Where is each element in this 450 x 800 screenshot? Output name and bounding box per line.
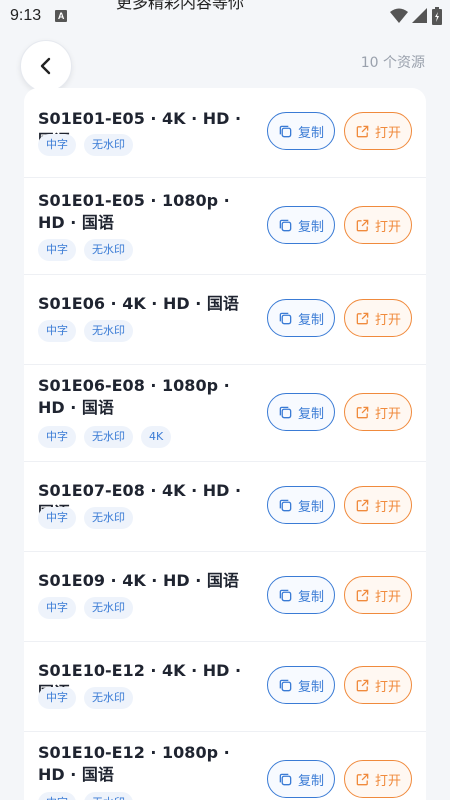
copy-button-label: 复制 (297, 773, 324, 789)
open-button[interactable]: 打开 (344, 206, 412, 244)
open-button-label: 打开 (374, 773, 401, 789)
list-item: S01E01-E05 · 1080p · HD · 国语中字 无水印 复制 打开 (24, 178, 426, 275)
item-tags: 中字无水印 (38, 320, 133, 342)
copy-button-label: 复制 (297, 312, 324, 328)
wifi-icon (390, 8, 408, 23)
tag-badge: 无水印 (84, 792, 133, 800)
list-item: S01E06 · 4K · HD · 国语 中字 无水印 复制 打开 (24, 275, 426, 365)
item-title: S01E06-E08 · 1080p · HD · 国语 (38, 376, 230, 417)
external-link-icon (356, 312, 369, 324)
list-item: S01E10-E12 · 4K · HD · 国语中字无水印复制打开 (24, 642, 426, 732)
list-item: S01E07-E08 · 4K · HD · 国语中字无水印复制打开 (24, 462, 426, 552)
list-item: S01E06-E08 · 1080p · HD · 国语中字 无水印 4K 复制 打开 (24, 365, 426, 462)
tag-badge: 中字 (38, 426, 76, 448)
copy-button[interactable]: 复制 (267, 760, 335, 798)
copy-icon (279, 679, 292, 691)
tag-badge: 无水印 (84, 597, 133, 619)
item-title: S01E09 · 4K · HD · 国语 (38, 571, 239, 590)
chevron-left-icon (40, 57, 51, 75)
tag-badge: 无水印 (84, 239, 133, 261)
item-title: S01E10-E12 · 1080p · HD · 国语 (38, 743, 230, 784)
open-button[interactable]: 打开 (344, 486, 412, 524)
open-button-label: 打开 (374, 679, 401, 695)
copy-icon (279, 499, 292, 511)
item-tags: 中字无水印 (38, 687, 133, 709)
external-link-icon (356, 406, 369, 418)
copy-button-label: 复制 (297, 589, 324, 605)
tag-badge: 无水印 (84, 134, 133, 156)
copy-icon (279, 406, 292, 418)
tag-badge: 中字 (38, 687, 76, 709)
item-title: S01E06 · 4K · HD · 国语 (38, 294, 239, 313)
item-tags: 中字无水印 (38, 792, 133, 800)
external-link-icon (356, 679, 369, 691)
copy-icon (279, 312, 292, 324)
copy-button-label: 复制 (297, 679, 324, 695)
copy-button[interactable]: 复制 (267, 206, 335, 244)
tag-badge: 中字 (38, 239, 76, 261)
copy-button[interactable]: 复制 (267, 576, 335, 614)
list-item: S01E10-E12 · 1080p · HD · 国语中字无水印 复制 打开 (24, 732, 426, 800)
open-button[interactable]: 打开 (344, 299, 412, 337)
tag-badge: 中字 (38, 507, 76, 529)
resource-count: 10 个资源 (360, 55, 425, 71)
battery-icon (432, 7, 442, 25)
open-button[interactable]: 打开 (344, 666, 412, 704)
open-button-label: 打开 (374, 406, 401, 422)
copy-button-label: 复制 (297, 125, 324, 141)
copy-button-label: 复制 (297, 219, 324, 235)
item-tags: 中字无水印 (38, 597, 133, 619)
item-tags: 中字无水印 (38, 239, 133, 261)
tag-badge: 4K (141, 426, 172, 448)
cell-signal-icon (412, 8, 427, 23)
open-button-label: 打开 (374, 219, 401, 235)
list-item: S01E09 · 4K · HD · 国语 中字 无水印 复制 打开 (24, 552, 426, 642)
external-link-icon (356, 125, 369, 137)
open-button-label: 打开 (374, 499, 401, 515)
tag-badge: 无水印 (84, 687, 133, 709)
external-link-icon (356, 773, 369, 785)
status-time: 9:13 (10, 7, 42, 24)
copy-icon (279, 125, 292, 137)
open-button-label: 打开 (374, 589, 401, 605)
tag-badge: 中字 (38, 320, 76, 342)
copy-icon (279, 589, 292, 601)
back-button[interactable] (20, 40, 72, 92)
copy-icon (279, 773, 292, 785)
external-link-icon (356, 499, 369, 511)
copy-button[interactable]: 复制 (267, 393, 335, 431)
open-button-label: 打开 (374, 125, 401, 141)
copy-button-label: 复制 (297, 499, 324, 515)
external-link-icon (356, 589, 369, 601)
status-indicators (390, 7, 442, 25)
copy-button[interactable]: 复制 (267, 486, 335, 524)
tag-badge: 中字 (38, 597, 76, 619)
tag-badge: 无水印 (84, 320, 133, 342)
page-title: 更多精彩内容等你 (116, 0, 245, 12)
copy-button[interactable]: 复制 (267, 666, 335, 704)
list-item: S01E01-E05 · 4K · HD · 国语中字无水印复制打开 (24, 88, 426, 178)
copy-icon (279, 219, 292, 231)
copy-button[interactable]: 复制 (267, 299, 335, 337)
item-tags: 中字无水印 (38, 507, 133, 529)
copy-button[interactable]: 复制 (267, 112, 335, 150)
open-button-label: 打开 (374, 312, 401, 328)
tag-badge: 无水印 (84, 507, 133, 529)
external-link-icon (356, 219, 369, 231)
item-title: S01E01-E05 · 1080p · HD · 国语 (38, 191, 230, 232)
item-tags: 中字 无水印 4K (38, 426, 172, 448)
notification-a-icon: A (55, 10, 68, 22)
open-button[interactable]: 打开 (344, 393, 412, 431)
tag-badge: 中字 (38, 134, 76, 156)
open-button[interactable]: 打开 (344, 576, 412, 614)
open-button[interactable]: 打开 (344, 112, 412, 150)
tag-badge: 无水印 (84, 426, 133, 448)
tag-badge: 中字 (38, 792, 76, 800)
item-tags: 中字无水印 (38, 134, 133, 156)
copy-button-label: 复制 (297, 406, 324, 422)
open-button[interactable]: 打开 (344, 760, 412, 798)
